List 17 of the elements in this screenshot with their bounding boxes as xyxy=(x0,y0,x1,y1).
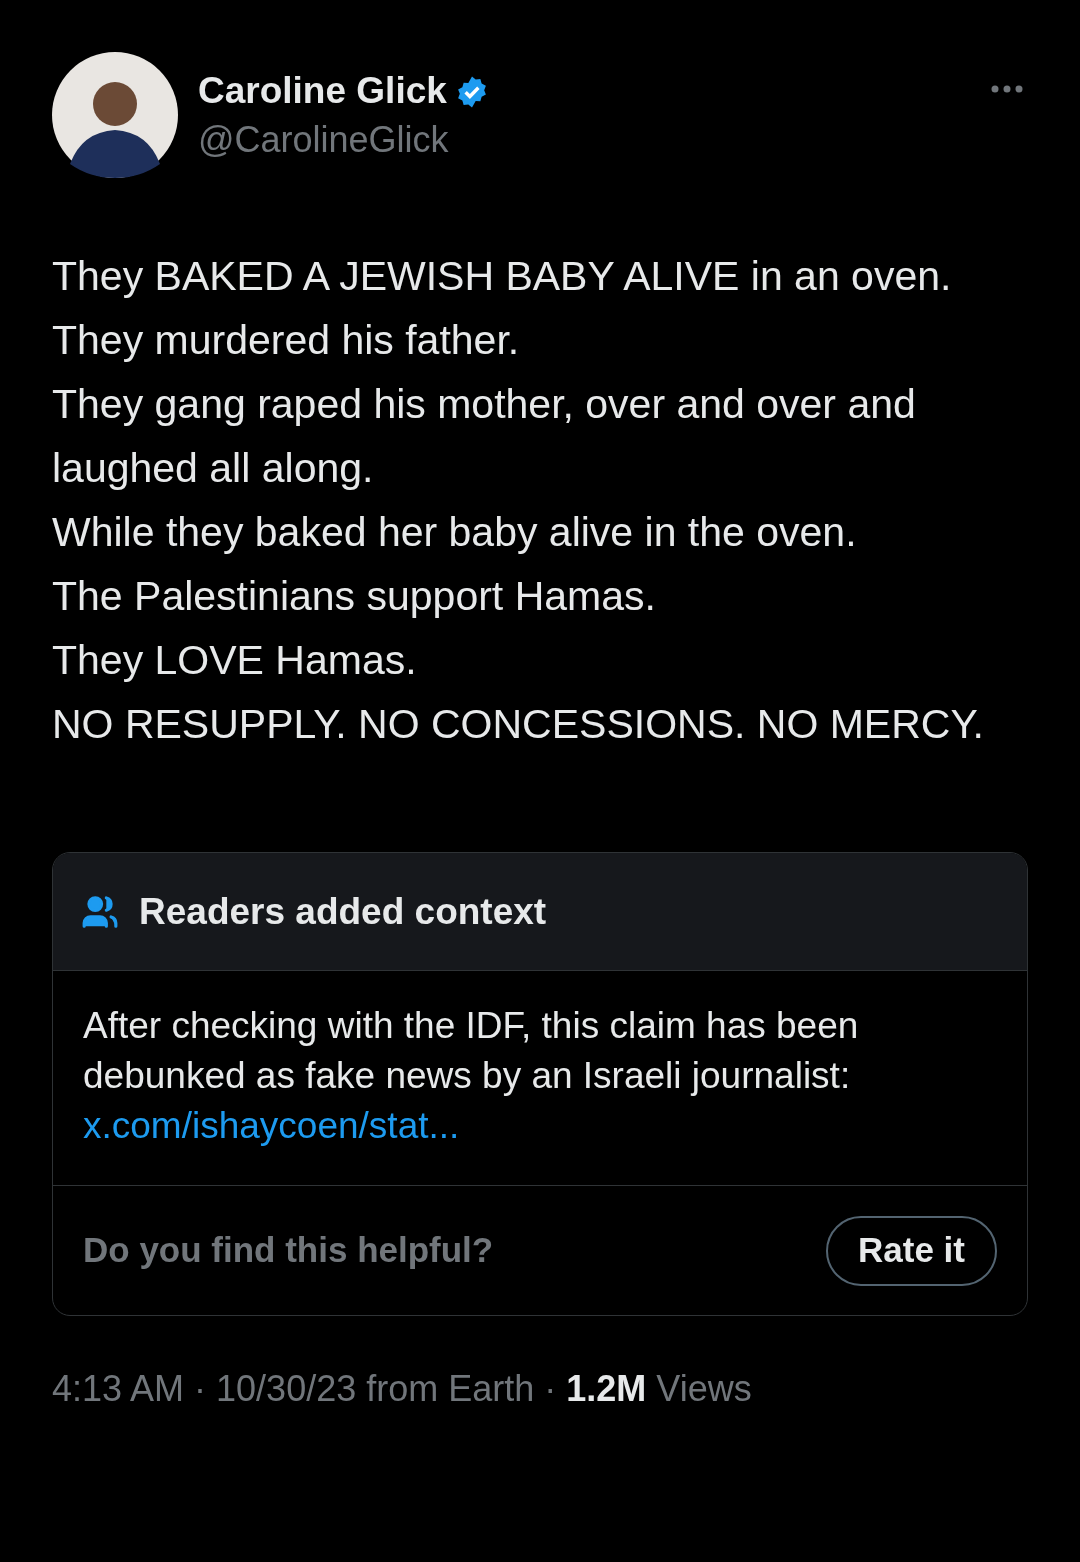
avatar[interactable] xyxy=(52,52,178,178)
tweet-text: While they baked her baby alive in the oven. xyxy=(52,508,858,557)
note-text: After checking with the IDF, this claim has been debunked as fake news by an Israeli journalist: xyxy=(83,1004,860,1098)
tweet-text: They murdered his father. xyxy=(52,316,521,365)
tweet-text: They gang raped his mother, over and over and laughed all along. xyxy=(52,380,917,493)
tweet-text: NO RESUPPLY. NO CONCESSIONS. NO MERCY. xyxy=(52,700,985,749)
more-icon[interactable] xyxy=(990,84,1024,94)
note-title: Readers added context xyxy=(139,889,547,934)
author-name[interactable]: Caroline Glick xyxy=(198,68,447,115)
author-handle[interactable]: @CarolineGlick xyxy=(198,116,990,162)
tweet-text: The Palestinians support Hamas. xyxy=(52,572,657,621)
helpful-question: Do you find this helpful? xyxy=(83,1229,494,1272)
tweet-text: They LOVE Hamas. xyxy=(52,636,418,685)
tweet-text: They BAKED A JEWISH BABY ALIVE in an oven. xyxy=(52,252,953,301)
note-link[interactable]: x.com/ishaycoen/stat... xyxy=(83,1105,460,1146)
rate-it-button[interactable]: Rate it xyxy=(826,1215,997,1286)
tweet-meta: 4:13 AM · 10/30/23 from Earth · 1.2M Views xyxy=(52,1367,753,1411)
